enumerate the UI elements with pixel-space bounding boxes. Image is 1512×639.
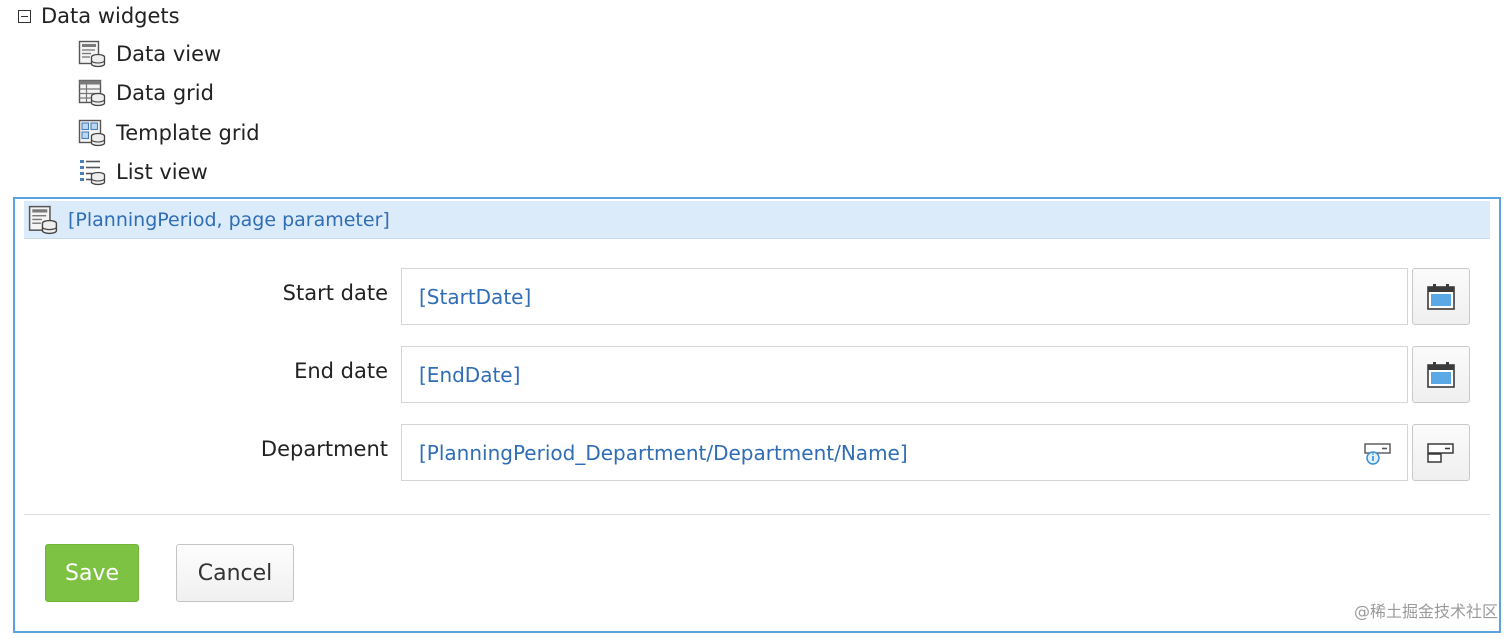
calendar-icon (1427, 283, 1455, 310)
field-value: [PlanningPeriod_Department/Department/Na… (419, 440, 908, 465)
data-view-source-label: [PlanningPeriod, page parameter] (68, 208, 390, 231)
tree-item-data-grid[interactable]: Data grid (78, 78, 214, 108)
department-input[interactable]: [PlanningPeriod_Department/Department/Na… (401, 424, 1408, 481)
tree-group-header[interactable]: Data widgets (18, 3, 180, 29)
field-label: Department (260, 437, 388, 461)
field-value: [EndDate] (419, 362, 521, 387)
reference-info-icon (1364, 443, 1391, 465)
field-value: [StartDate] (419, 284, 532, 309)
end-date-input[interactable]: [EndDate] (401, 346, 1408, 403)
form-row-end-date: End date [EndDate] (15, 346, 1503, 404)
watermark: @稀土掘金技术社区 (1353, 602, 1498, 621)
start-date-calendar-button[interactable] (1412, 268, 1470, 325)
tree-item-label: List view (116, 160, 208, 184)
data-grid-icon (78, 79, 106, 107)
tree-item-list-view[interactable]: List view (78, 157, 208, 187)
field-label: End date (294, 359, 388, 383)
calendar-icon (1427, 361, 1455, 388)
data-view-widget[interactable]: [PlanningPeriod, page parameter] Start d… (13, 197, 1501, 633)
field-label: Start date (282, 281, 388, 305)
end-date-calendar-button[interactable] (1412, 346, 1470, 403)
department-select-button[interactable] (1412, 424, 1470, 481)
tree-group-title: Data widgets (41, 4, 180, 28)
form-row-start-date: Start date [StartDate] (15, 268, 1503, 326)
template-grid-icon (78, 119, 106, 147)
toolbox-tree: Data widgets Data view Data grid Templat… (0, 0, 600, 195)
tree-item-template-grid[interactable]: Template grid (78, 118, 260, 148)
reference-selector-icon (1427, 442, 1454, 463)
list-view-icon (80, 160, 106, 186)
tree-item-label: Template grid (116, 121, 260, 145)
form-row-department: Department [PlanningPeriod_Department/De… (15, 424, 1503, 482)
data-view-icon (78, 40, 106, 68)
data-view-header[interactable]: [PlanningPeriod, page parameter] (24, 201, 1490, 239)
tree-item-data-view[interactable]: Data view (78, 39, 221, 69)
collapse-icon[interactable] (18, 9, 31, 23)
data-view-icon (28, 205, 58, 234)
save-button[interactable]: Save (45, 544, 139, 602)
tree-item-label: Data grid (116, 81, 214, 105)
tree-item-label: Data view (116, 42, 222, 66)
start-date-input[interactable]: [StartDate] (401, 268, 1408, 325)
cancel-button[interactable]: Cancel (176, 544, 294, 602)
footer-divider (24, 514, 1490, 515)
